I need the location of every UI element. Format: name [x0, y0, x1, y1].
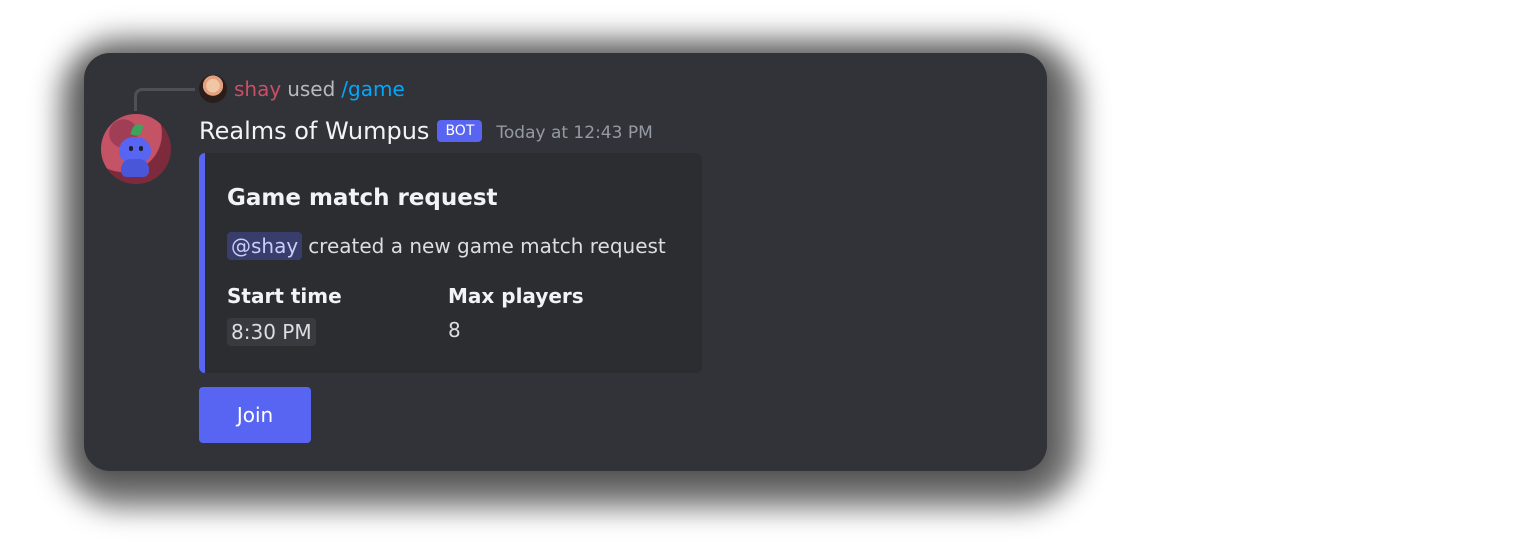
wumpus-sprout-icon: [130, 122, 144, 138]
field-start-time: Start time 8:30 PM: [227, 284, 342, 346]
message-timestamp: Today at 12:43 PM: [496, 123, 653, 143]
screenshot-stage: shay used /game Realms of Wumpus BOT Tod…: [0, 0, 1521, 546]
wumpus-right-eye-icon: [139, 146, 143, 151]
join-button[interactable]: Join: [199, 387, 311, 443]
field-max-players: Max players 8: [448, 284, 584, 342]
start-time-chip[interactable]: 8:30 PM: [227, 318, 316, 346]
reply-command[interactable]: /game: [341, 77, 404, 101]
message-header: Realms of Wumpus BOT Today at 12:43 PM: [199, 114, 653, 148]
embed-description-text: created a new game match request: [308, 234, 666, 258]
reply-user-avatar-icon[interactable]: [199, 75, 227, 103]
reply-username[interactable]: shay: [234, 77, 281, 101]
wumpus-body-icon: [121, 159, 149, 177]
wumpus-left-eye-icon: [129, 146, 133, 151]
reply-action-text: used: [287, 77, 336, 101]
reply-context[interactable]: shay used /game: [199, 74, 405, 104]
field-max-players-label: Max players: [448, 284, 584, 308]
user-mention[interactable]: @shay: [227, 232, 303, 260]
bot-avatar[interactable]: [101, 114, 171, 184]
field-start-time-label: Start time: [227, 284, 342, 308]
bot-name[interactable]: Realms of Wumpus: [199, 117, 429, 145]
game-match-embed: Game match request @shay created a new g…: [199, 153, 702, 373]
embed-title: Game match request: [227, 185, 498, 211]
bot-tag: BOT: [437, 120, 483, 142]
embed-description: @shay created a new game match request: [227, 232, 666, 260]
field-max-players-value: 8: [448, 318, 461, 342]
field-start-time-value: 8:30 PM: [227, 318, 342, 346]
reply-connector-line: [134, 88, 195, 111]
